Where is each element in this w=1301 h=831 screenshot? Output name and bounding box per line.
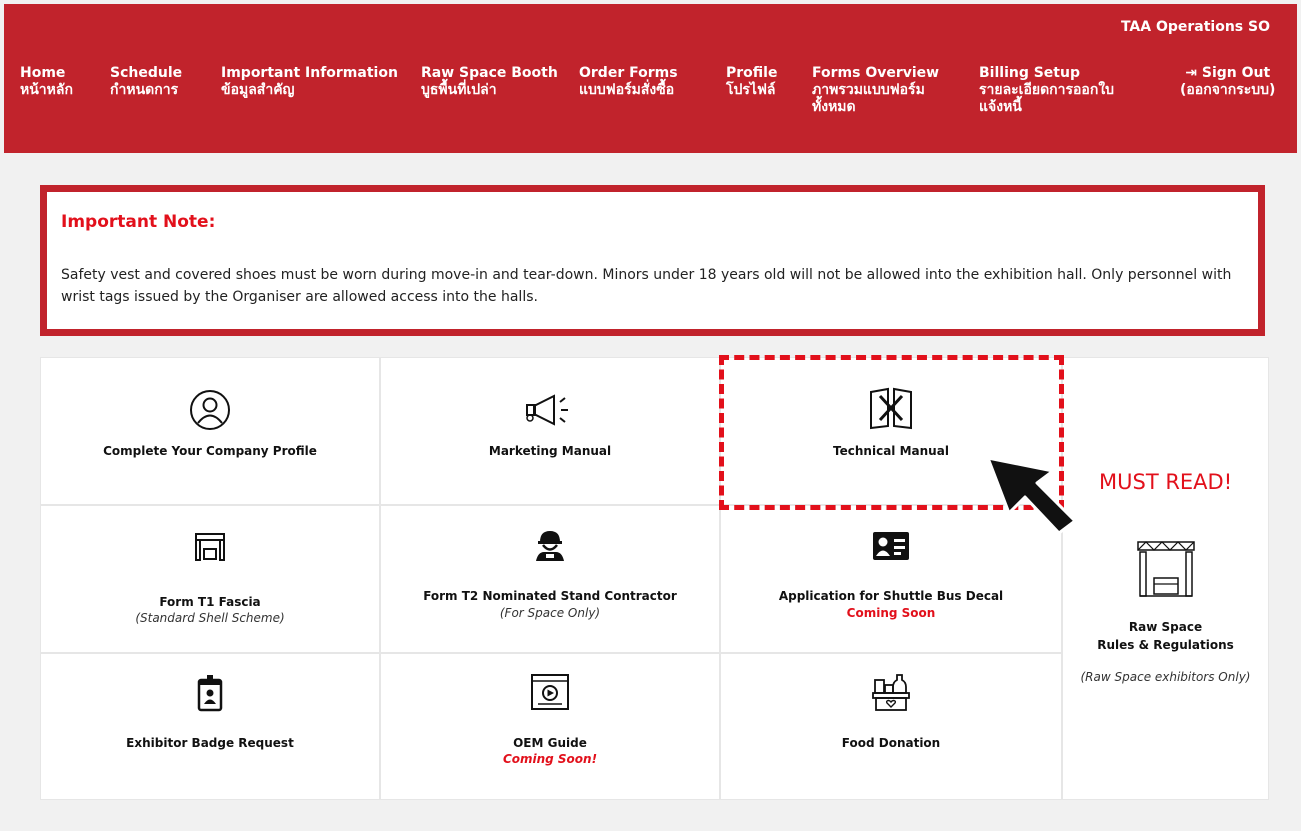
forms-grid: Complete Your Company Profile Marketing … [40,357,1269,800]
nav-label-th: ข้อมูลสำคัญ [221,82,295,98]
card-title: Application for Shuttle Bus Decal [778,589,1004,603]
nav-order-forms[interactable]: Order Forms แบบฟอร์มสั่งซื้อ [579,65,678,99]
card-title: Food Donation [841,736,941,750]
nav-label-th: กำหนดการ [110,82,179,98]
nav-label-th: หน้าหลัก [20,82,73,98]
nav-label: Schedule [110,65,183,81]
nav-label: Home [20,65,66,81]
food-box-icon [872,674,910,711]
nav-label-th: โปรไฟล์ [726,82,776,98]
note-text: Safety vest and covered shoes must be wo… [61,267,1232,305]
card-subtitle: (Standard Shell Scheme) [135,611,285,625]
video-icon [531,674,569,710]
sign-out-label-th: (ออกจากระบบ) [1180,82,1276,98]
nav-home[interactable]: Home หน้าหลัก [20,65,73,99]
nav-label-th: ภาพรวมแบบฟอร์มทั้งหมด [812,82,925,115]
nav-raw-space-booth[interactable]: Raw Space Booth บูธพื้นที่เปล่า [421,65,558,99]
nav-label: Raw Space Booth [421,65,558,81]
card-title: Exhibitor Badge Request [126,736,294,750]
card-oem-guide[interactable]: OEM Guide Coming Soon! [381,654,719,799]
nav-forms-overview[interactable]: Forms Overview ภาพรวมแบบฟอร์มทั้งหมด [812,65,952,116]
megaphone-icon [526,394,568,426]
nav-label: Profile [726,65,778,81]
card-title: Marketing Manual [488,444,612,458]
nav-label: Order Forms [579,65,678,81]
card-form-t2-contractor[interactable]: Form T2 Nominated Stand Contractor (For … [381,506,719,652]
id-card-icon [873,532,909,560]
stage-truss-icon [1136,541,1195,597]
note-title: Important Note: [61,212,216,232]
card-exhibitor-badge[interactable]: Exhibitor Badge Request [41,654,379,799]
card-food-donation[interactable]: Food Donation [721,654,1061,799]
user-circle-icon [190,390,230,430]
badge-icon [197,675,223,712]
worker-icon [536,531,564,561]
nav-billing-setup[interactable]: Billing Setup รายละเอียดการออกใบแจ้งหนี้ [979,65,1119,116]
card-raw-space-rules[interactable]: Raw Space Rules & Regulations (Raw Space… [1063,358,1268,799]
booth-icon [195,533,225,561]
nav-label: Billing Setup [979,65,1080,81]
card-title: Form T2 Nominated Stand Contractor [423,589,677,603]
user-name: TAA Operations SO [1120,19,1270,35]
nav-label-th: แบบฟอร์มสั่งซื้อ [579,82,675,98]
coming-soon-label: Coming Soon [846,606,936,620]
nav-label-th: บูธพื้นที่เปล่า [421,82,497,98]
card-title: Complete Your Company Profile [103,444,317,458]
important-note-box: Important Note: Safety vest and covered … [40,185,1265,336]
must-read-callout: MUST READ! [1099,470,1233,494]
tools-manual-icon [870,387,912,430]
nav-label: Important Information [221,65,398,81]
sign-out-label: ⇥ Sign Out [1185,65,1271,81]
card-title: Form T1 Fascia [159,595,261,609]
nav-schedule[interactable]: Schedule กำหนดการ [110,65,182,99]
card-marketing-manual[interactable]: Marketing Manual [381,358,719,504]
coming-soon-label: Coming Soon! [502,752,598,766]
pointer-arrow-icon [986,456,1077,535]
card-title: OEM Guide [513,736,587,750]
card-title-line2: Rules & Regulations [1097,638,1234,652]
card-company-profile[interactable]: Complete Your Company Profile [41,358,379,504]
card-form-t1-fascia[interactable]: Form T1 Fascia (Standard Shell Scheme) [41,506,379,652]
nav-label-th: รายละเอียดการออกใบแจ้งหนี้ [979,82,1115,115]
card-subtitle: (Raw Space exhibitors Only) [1080,670,1251,684]
nav-profile[interactable]: Profile โปรไฟล์ [726,65,777,99]
sign-out-link[interactable]: ⇥ Sign Out (ออกจากระบบ) [1180,65,1275,99]
nav-important-information[interactable]: Important Information ข้อมูลสำคัญ [221,65,398,99]
card-subtitle: (For Space Only) [499,606,601,620]
nav-label: Forms Overview [812,65,940,81]
top-nav-bar: TAA Operations SO Home หน้าหลัก Schedule… [4,4,1297,153]
card-title: Raw Space [1128,620,1203,634]
